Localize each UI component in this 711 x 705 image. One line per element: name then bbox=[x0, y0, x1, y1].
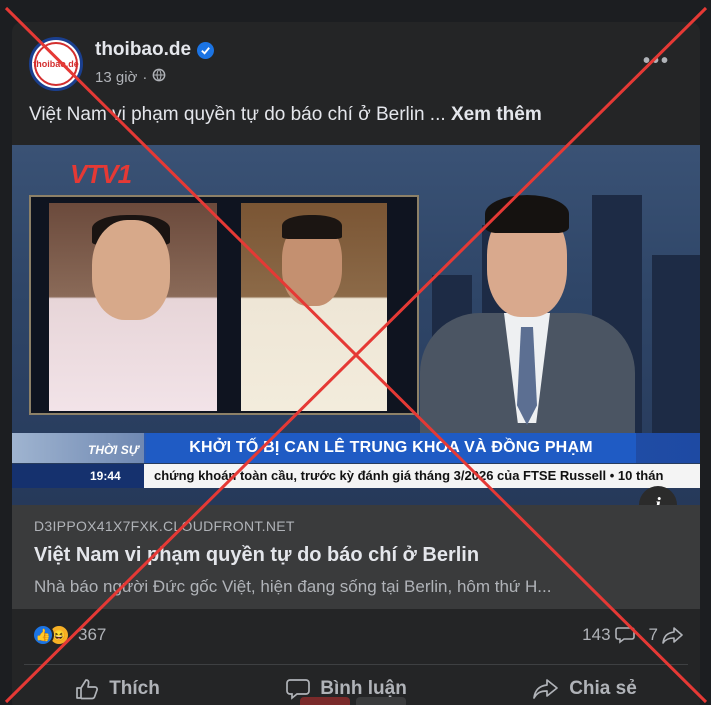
post-header: thoibao.de thoibao.de 13 giờ · ••• bbox=[12, 22, 700, 102]
bottom-tab[interactable] bbox=[356, 697, 406, 705]
thumbs-up-icon bbox=[76, 679, 99, 700]
engagement-counts: 143 7 bbox=[582, 625, 684, 645]
reaction-summary[interactable]: 👍 😆 367 bbox=[32, 624, 106, 646]
like-reaction-icon: 👍 bbox=[32, 624, 54, 646]
more-options-icon[interactable]: ••• bbox=[643, 50, 670, 73]
comment-count-value: 143 bbox=[582, 625, 611, 644]
see-more-link[interactable]: Xem thêm bbox=[451, 104, 542, 125]
share-icon bbox=[533, 679, 559, 699]
bottom-tab-strip bbox=[300, 697, 410, 705]
avatar-logo: thoibao.de bbox=[33, 42, 79, 86]
post-media[interactable]: VTV1 THỜI SỰ KHỞI TỐ BỊ CAN LÊ TRUNG KHO… bbox=[12, 145, 700, 505]
share-arrow-icon bbox=[662, 627, 683, 644]
page-name[interactable]: thoibao.de bbox=[95, 39, 215, 61]
avatar[interactable]: thoibao.de bbox=[29, 37, 83, 91]
share-button[interactable]: Chia sẻ bbox=[533, 670, 637, 705]
comment-bubble-icon bbox=[614, 627, 635, 644]
post-text: Việt Nam vi phạm quyền tự do báo chí ở B… bbox=[29, 104, 542, 126]
link-title[interactable]: Việt Nam vi phạm quyền tự do báo chí ở B… bbox=[34, 544, 479, 567]
news-headline: KHỞI TỐ BỊ CAN LÊ TRUNG KHOA VÀ ĐỒNG PHẠ… bbox=[146, 433, 636, 463]
globe-icon bbox=[152, 68, 166, 86]
ticker-clock: 19:44 bbox=[12, 464, 144, 488]
channel-logo: VTV1 bbox=[70, 159, 132, 189]
anchor-hair bbox=[485, 195, 569, 233]
post-body: Việt Nam vi phạm quyền tự do báo chí ở B… bbox=[29, 104, 446, 125]
ticker-text: chứng khoán toàn cầu, trước kỳ đánh giá … bbox=[154, 468, 664, 483]
building bbox=[652, 255, 700, 445]
reaction-count[interactable]: 367 bbox=[78, 625, 106, 645]
page: thoibao.de thoibao.de 13 giờ · ••• Việt … bbox=[0, 0, 711, 705]
comment-count[interactable]: 143 bbox=[582, 625, 635, 645]
like-label: Thích bbox=[109, 678, 160, 699]
guest-two-hair bbox=[282, 215, 342, 239]
link-domain[interactable]: D3IPPOX41X7FXK.CLOUDFRONT.NET bbox=[34, 518, 295, 534]
post-time[interactable]: 13 giờ bbox=[95, 69, 137, 86]
page-name-label[interactable]: thoibao.de bbox=[95, 39, 191, 61]
like-button[interactable]: Thích bbox=[75, 670, 160, 705]
divider bbox=[24, 664, 688, 665]
link-description[interactable]: Nhà báo người Đức gốc Việt, hiện đang số… bbox=[34, 577, 551, 597]
post-meta: 13 giờ · bbox=[95, 68, 166, 86]
avatar-logo-text: thoibao.de bbox=[33, 59, 79, 69]
guest-one-face bbox=[92, 220, 170, 320]
share-count[interactable]: 7 bbox=[649, 625, 684, 645]
dot-separator: · bbox=[142, 68, 148, 86]
section-tag: THỜI SỰ bbox=[12, 433, 144, 463]
post-card: thoibao.de thoibao.de 13 giờ · ••• Việt … bbox=[12, 22, 700, 705]
verified-badge-icon bbox=[197, 41, 215, 59]
share-count-value: 7 bbox=[648, 625, 658, 644]
share-label: Chia sẻ bbox=[569, 678, 637, 699]
bottom-tab[interactable] bbox=[300, 697, 350, 705]
